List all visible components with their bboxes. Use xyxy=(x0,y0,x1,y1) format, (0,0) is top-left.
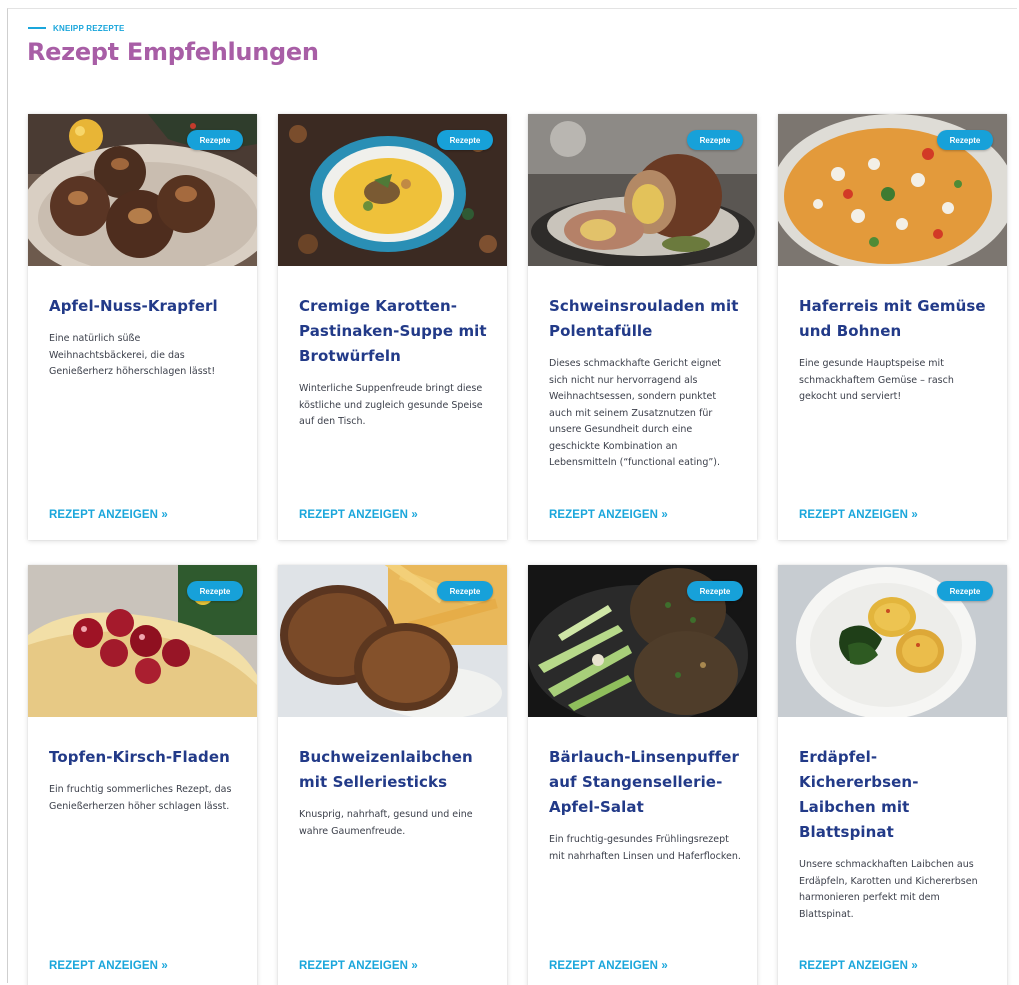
recipe-card[interactable]: Rezepte Bärlauch-Linsenpuffer auf Stange… xyxy=(528,565,757,985)
recipe-title-text[interactable]: Apfel-Nuss-Krapferl xyxy=(49,297,218,315)
recipe-title: Cremige Karotten-Pastinaken-Suppe mit Br… xyxy=(299,294,491,431)
show-recipe-link[interactable]: REZEPT ANZEIGEN » xyxy=(799,960,918,972)
recipe-card[interactable]: Rezepte Topfen-Kirsch-Fladen Ein fruchti… xyxy=(28,565,257,985)
recipe-title: Schweinsrouladen mit Polentafülle Dieses… xyxy=(549,294,741,472)
recipe-title-text[interactable]: Cremige Karotten-Pastinaken-Suppe mit Br… xyxy=(299,297,487,365)
recipe-card[interactable]: Rezepte Erdäpfel-Kichererbsen-Laibchen m… xyxy=(778,565,1007,985)
category-badge[interactable]: Rezepte xyxy=(437,581,493,601)
recipe-description: Eine natürlich süße Weihnachtsbäckerei, … xyxy=(49,333,216,377)
recipe-title-text[interactable]: Buchweizenlaibchen mit Selleriesticks xyxy=(299,748,473,791)
recipe-title-text[interactable]: Bärlauch-Linsenpuffer auf Stangenselleri… xyxy=(549,748,739,816)
show-recipe-link[interactable]: REZEPT ANZEIGEN » xyxy=(299,960,418,972)
recipe-card[interactable]: Rezepte Schweinsrouladen mit Polentafüll… xyxy=(528,114,757,540)
show-recipe-link[interactable]: REZEPT ANZEIGEN » xyxy=(49,960,168,972)
recipe-description: Winterliche Suppenfreude bringt diese kö… xyxy=(299,383,483,427)
show-recipe-link[interactable]: REZEPT ANZEIGEN » xyxy=(549,509,668,521)
recipe-title: Erdäpfel-Kichererbsen-Laibchen mit Blatt… xyxy=(799,745,991,923)
recipe-image-schweinsrouladen[interactable]: Rezepte xyxy=(528,114,757,266)
recipe-image-topfen-kirsch-fladen[interactable]: Rezepte xyxy=(28,565,257,717)
recipe-image-karotten-pastinaken-suppe[interactable]: Rezepte xyxy=(278,114,507,266)
show-recipe-link[interactable]: REZEPT ANZEIGEN » xyxy=(549,960,668,972)
recipe-image-buchweizenlaibchen[interactable]: Rezepte xyxy=(278,565,507,717)
recipe-title: Topfen-Kirsch-Fladen Ein fruchtig sommer… xyxy=(49,745,241,815)
show-recipe-link[interactable]: REZEPT ANZEIGEN » xyxy=(49,509,168,521)
recipe-description: Ein fruchtig sommerliches Rezept, das Ge… xyxy=(49,784,232,812)
show-recipe-link[interactable]: REZEPT ANZEIGEN » xyxy=(799,509,918,521)
recipe-image-erdaepfel-laibchen[interactable]: Rezepte xyxy=(778,565,1007,717)
recipe-title-text[interactable]: Topfen-Kirsch-Fladen xyxy=(49,748,230,766)
recipe-title-text[interactable]: Haferreis mit Gemüse und Bohnen xyxy=(799,297,986,340)
category-badge[interactable]: Rezepte xyxy=(187,130,243,150)
show-recipe-link[interactable]: REZEPT ANZEIGEN » xyxy=(299,509,418,521)
recipe-title-text[interactable]: Erdäpfel-Kichererbsen-Laibchen mit Blatt… xyxy=(799,748,919,841)
recipe-card[interactable]: Rezepte Apfel-Nuss-Krapferl Eine natürli… xyxy=(28,114,257,540)
recipe-description: Dieses schmackhafte Gericht eignet sich … xyxy=(549,358,722,468)
recipe-title: Bärlauch-Linsenpuffer auf Stangenselleri… xyxy=(549,745,741,865)
recipe-image-baerlauch-linsenpuffer[interactable]: Rezepte xyxy=(528,565,757,717)
recipe-card[interactable]: Rezepte Cremige Karotten-Pastinaken-Supp… xyxy=(278,114,507,540)
recipe-card[interactable]: Rezepte Buchweizenlaibchen mit Selleries… xyxy=(278,565,507,985)
section-eyebrow: KNEIPP REZEPTE xyxy=(28,22,125,34)
recipe-title: Buchweizenlaibchen mit Selleriesticks Kn… xyxy=(299,745,491,840)
recipe-image-haferreis[interactable]: Rezepte xyxy=(778,114,1007,266)
recipe-description: Knusprig, nahrhaft, gesund und eine wahr… xyxy=(299,809,473,837)
recipe-title: Apfel-Nuss-Krapferl Eine natürlich süße … xyxy=(49,294,241,381)
recipe-title: Haferreis mit Gemüse und Bohnen Eine ges… xyxy=(799,294,991,406)
recipe-description: Ein fruchtig-gesundes Frühlingsrezept mi… xyxy=(549,834,741,862)
category-badge[interactable]: Rezepte xyxy=(937,581,993,601)
category-badge[interactable]: Rezepte xyxy=(687,130,743,150)
recipe-description: Eine gesunde Hauptspeise mit schmackhaft… xyxy=(799,358,954,402)
category-badge[interactable]: Rezepte xyxy=(437,130,493,150)
eyebrow-line-decoration xyxy=(28,27,46,29)
recipe-description: Unsere schmackhaften Laibchen aus Erdäpf… xyxy=(799,859,978,920)
recipe-card[interactable]: Rezepte Haferreis mit Gemüse und Bohnen … xyxy=(778,114,1007,540)
category-badge[interactable]: Rezepte xyxy=(937,130,993,150)
recipe-image-apfel-nuss-krapferl[interactable]: Rezepte xyxy=(28,114,257,266)
page-title: Rezept Empfehlungen xyxy=(27,38,319,66)
category-badge[interactable]: Rezepte xyxy=(187,581,243,601)
category-badge[interactable]: Rezepte xyxy=(687,581,743,601)
eyebrow-label: KNEIPP REZEPTE xyxy=(53,23,125,33)
recipe-title-text[interactable]: Schweinsrouladen mit Polentafülle xyxy=(549,297,739,340)
